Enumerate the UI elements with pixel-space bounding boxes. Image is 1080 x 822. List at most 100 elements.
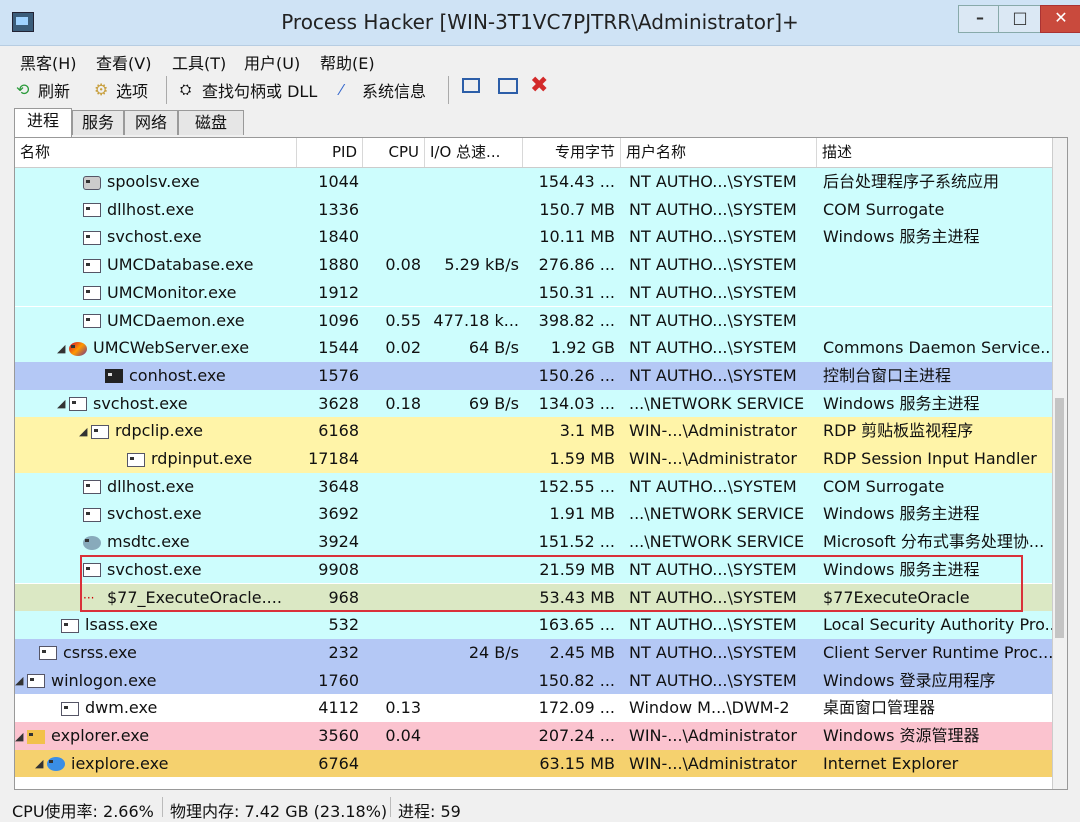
table-row[interactable]: ◢ iexplore.exe 6764 63.15 MB WIN-...\Adminis… [15,749,1067,778]
expander-icon[interactable]: ◢ [79,418,91,445]
binoculars-icon: ⛭ [180,82,192,98]
io-cell: 24 B/s [468,642,519,662]
io-cell [425,417,519,445]
table-row[interactable]: rdpinput.exe 17184 1.59 MB WIN-...\Administ… [15,445,1067,473]
user-cell: NT AUTHO...\SYSTEM [629,642,797,662]
col-user[interactable]: 用户名称 [621,138,817,167]
process-name: UMCWebServer.exe [93,338,250,358]
expander-icon[interactable]: ◢ [15,667,27,694]
find-handles-button[interactable]: ⛭ 查找句柄或 DLL [180,78,317,102]
user-cell: NT AUTHO...\SYSTEM [629,338,797,358]
expander-icon[interactable]: ◢ [57,390,69,417]
tab-network[interactable]: 网络 [124,110,178,135]
table-row[interactable]: ◢ rdpclip.exe 6168 3.1 MB WIN-...\Administra… [15,417,1067,445]
process-name: rdpclip.exe [115,421,203,441]
tab-disk[interactable]: 磁盘 [178,110,244,135]
window-button[interactable] [462,78,480,93]
terminate-button[interactable]: ✖ [530,75,548,97]
description-cell: COM Surrogate [823,476,945,496]
cpu-cell: 0.08 [385,255,421,275]
table-row[interactable]: csrss.exe 232 24 B/s 2.45 MB NT AUTHO...\SYS… [15,638,1067,667]
tab-processes[interactable]: 进程 [14,108,72,137]
pid-cell: 3924 [318,532,359,552]
user-cell: NT AUTHO...\SYSTEM [629,255,797,275]
table-row[interactable]: svchost.exe 3692 1.91 MB ...\NETWORK SERVIC… [15,500,1067,529]
table-row[interactable]: svchost.exe 9908 21.59 MB NT AUTHO...\SYSTE… [15,555,1067,584]
vertical-scrollbar[interactable] [1052,138,1067,789]
table-row[interactable]: msdtc.exe 3924 151.52 ... ...\NETWORK SERVI… [15,528,1067,556]
close-button[interactable]: ✕ [1040,5,1080,33]
table-row[interactable]: dwm.exe 4112 0.13 172.09 ... Window M...\DWM… [15,694,1067,722]
table-row[interactable]: dllhost.exe 1336 150.7 MB NT AUTHO...\SYSTE… [15,195,1067,224]
table-row[interactable]: lsass.exe 532 163.65 ... NT AUTHO...\SYSTEM… [15,611,1067,639]
process-name-cell: ◢ winlogon.exe [15,667,295,695]
window-icon [83,230,101,245]
expander-icon[interactable]: ◢ [15,723,27,750]
expander-icon[interactable]: ◢ [35,750,47,777]
cpu-cell [361,362,421,390]
table-row[interactable]: ◢ winlogon.exe 1760 150.82 ... NT AUTHO...\S… [15,666,1067,695]
private-bytes-cell: 1.91 MB [549,504,616,524]
description-cell: 后台处理程序子系统应用 [823,172,1000,191]
expander-icon[interactable]: ◢ [57,335,69,362]
col-pid[interactable]: PID [297,138,363,167]
menu-tools[interactable]: 工具(T) [172,50,226,74]
col-private-bytes[interactable]: 专用字节 [523,138,621,167]
process-tree[interactable]: 名称 PID CPU I/O 总速... 专用字节 用户名称 描述 spools… [14,137,1068,790]
folder-icon [27,729,45,744]
table-row[interactable]: ◢ svchost.exe 3628 0.18 69 B/s 134.03 ... ...\… [15,389,1067,418]
pid-cell: 1544 [318,338,359,358]
table-row[interactable]: UMCDaemon.exe 1096 0.55 477.18 k... 398.82 .… [15,306,1067,335]
menu-hacker[interactable]: 黑客(H) [20,50,77,74]
table-row[interactable]: dllhost.exe 3648 152.55 ... NT AUTHO...\SYS… [15,472,1067,501]
col-description[interactable]: 描述 [817,138,1053,167]
description-cell: Client Server Runtime Proc... [823,642,1054,662]
table-row[interactable]: svchost.exe 1840 10.11 MB NT AUTHO...\SYSTE… [15,223,1067,252]
private-bytes-cell: 2.45 MB [549,642,616,662]
col-io[interactable]: I/O 总速... [425,138,523,167]
refresh-button[interactable]: ⟲ 刷新 [16,78,70,102]
io-cell [425,500,519,528]
window-icon [83,203,101,218]
menu-help[interactable]: 帮助(E) [320,50,375,74]
table-row[interactable]: ◢ UMCWebServer.exe 1544 0.02 64 B/s 1.92 GB NT… [15,334,1067,362]
io-cell [425,223,519,251]
cpu-cell [361,611,421,639]
process-name-cell: dllhost.exe [15,473,295,501]
private-bytes-cell: 10.11 MB [539,227,615,247]
process-name-cell: spoolsv.exe [15,168,295,196]
minimize-button[interactable]: – [958,5,1002,33]
system-info-button[interactable]: ⁄ 系统信息 [340,78,426,102]
description-cell: Internet Explorer [823,753,959,773]
description-cell: Local Security Authority Pro... [823,615,1059,635]
user-cell: WIN-...\Administrator [629,449,797,468]
table-row[interactable]: ◢ explorer.exe 3560 0.04 207.24 ... WIN-...\A… [15,722,1067,750]
col-name[interactable]: 名称 [15,138,297,167]
menu-users[interactable]: 用户(U) [244,50,300,74]
find-window-button[interactable] [498,78,518,94]
io-cell [425,556,519,584]
maximize-button[interactable]: □ [998,5,1042,33]
cpu-cell [361,279,421,307]
table-row[interactable]: spoolsv.exe 1044 154.43 ... NT AUTHO...\SYS… [15,168,1067,196]
table-row[interactable]: $77_ExecuteOracle.... 968 53.43 MB NT AUTHO… [15,583,1067,612]
private-bytes-cell: 1.59 MB [549,449,616,468]
col-cpu[interactable]: CPU [363,138,425,167]
description-cell [823,307,1059,335]
menu-view[interactable]: 查看(V) [96,50,151,74]
tab-services[interactable]: 服务 [72,110,124,135]
description-cell: $77ExecuteOracle [823,587,970,607]
window-icon [91,424,109,439]
table-row[interactable]: UMCMonitor.exe 1912 150.31 ... NT AUTHO...\… [15,278,1067,307]
ie-icon [47,757,65,772]
pid-cell: 1096 [318,310,359,330]
table-row[interactable]: UMCDatabase.exe 1880 0.08 5.29 kB/s 276.86 .… [15,251,1067,279]
window-icon [83,507,101,522]
window-icon [83,480,101,495]
pid-cell: 1840 [318,227,359,247]
cpu-cell [361,473,421,501]
table-row[interactable]: conhost.exe 1576 150.26 ... NT AUTHO...\SYS… [15,361,1067,390]
cpu-cell: 0.55 [385,310,421,330]
options-button[interactable]: ⚙ 选项 [94,78,148,102]
scroll-thumb[interactable] [1055,398,1064,638]
